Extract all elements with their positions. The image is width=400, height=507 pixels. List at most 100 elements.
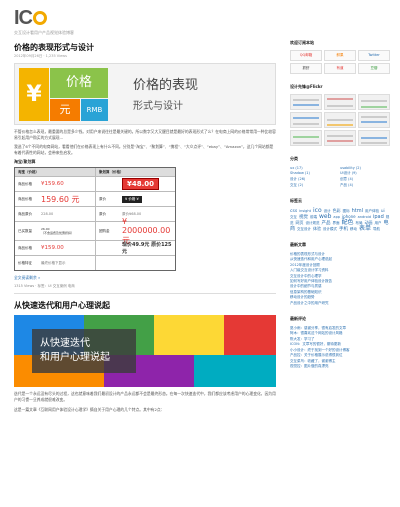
- sidebar-heading: 最新评论: [290, 316, 306, 322]
- tag-link[interactable]: 用户体验: [365, 209, 379, 213]
- price-value: 228.00: [41, 212, 54, 217]
- category-link[interactable]: ux (17): [290, 166, 340, 170]
- tag-link[interactable]: 交互: [290, 215, 297, 219]
- tag-link[interactable]: app: [333, 215, 340, 219]
- flickr-section: 设计先锋@Flickr: [290, 84, 390, 146]
- post-tags[interactable]: 1315 Views · 标签：UI 交互案例 电商: [14, 284, 276, 295]
- table-row: 已买数量 26.00 （不含运费及优惠折扣） 团购金 ¥ 2000000.00 元: [15, 217, 175, 245]
- recent-posts-list: 价格的表现形式与设计 从快速迭代和用户心理说起 2012年度设计回顾 入门级交互设计学…: [290, 252, 390, 306]
- tag-link[interactable]: 设计规范: [306, 221, 320, 225]
- category-link[interactable]: 创意 (4): [340, 177, 390, 182]
- post-meta: 2012年09月26日 · 1,235 Views: [14, 54, 67, 58]
- banner-yuan-tile: 元: [50, 99, 80, 121]
- tag-link[interactable]: 表单: [359, 225, 371, 232]
- flickr-thumbnails: [290, 94, 390, 146]
- tag-link[interactable]: 配色: [342, 219, 354, 226]
- category-link[interactable]: Shadow (1): [290, 171, 340, 176]
- post-paragraph: 迭代是一个永远没有尽头的过程，这也就意味着我们最初设计的产品永远都不会是最终形态…: [14, 391, 276, 402]
- tag-link[interactable]: 图标: [343, 209, 350, 213]
- table-row: 价格特征 最终价格下显示: [15, 255, 175, 271]
- row-label: 商品价格: [18, 196, 32, 201]
- category-link[interactable]: 交互 (2): [290, 183, 340, 188]
- price-value: ¥159.60: [41, 181, 64, 188]
- tag-link[interactable]: ipad: [373, 214, 384, 220]
- row-label: 已买数量: [18, 228, 32, 233]
- category-link[interactable]: usability (2): [340, 166, 390, 170]
- subscribe-zhuaxia-button[interactable]: 抓虾: [290, 63, 322, 74]
- tag-link[interactable]: web: [319, 213, 331, 220]
- tag-link[interactable]: android: [358, 215, 371, 219]
- read-more-link[interactable]: 全文阅读剩余 »: [14, 275, 276, 281]
- site-logo[interactable]: IC: [14, 8, 386, 28]
- flickr-thumbnail[interactable]: [324, 112, 356, 128]
- tag-link[interactable]: ui: [381, 208, 385, 213]
- recent-post-link[interactable]: 产品设计之中的用户研究: [290, 301, 390, 306]
- subscribe-youdao-button[interactable]: 有道: [324, 63, 356, 74]
- table-header-row: 淘宝（价格） 聚划算（价格）: [15, 168, 175, 177]
- table-header-cell: 淘宝（价格）: [18, 169, 39, 174]
- post-title[interactable]: 从快速迭代和用户心理说起: [14, 300, 276, 311]
- banner-jiage-tile: 价格: [50, 68, 108, 98]
- sidebar-heading: 标签云: [290, 198, 302, 203]
- flickr-thumbnail[interactable]: [290, 94, 322, 110]
- flickr-thumbnail[interactable]: [358, 112, 390, 128]
- tag-link[interactable]: 用户: [375, 221, 382, 225]
- tag-link[interactable]: 体验: [313, 226, 321, 231]
- tag-link[interactable]: 色彩: [333, 208, 341, 213]
- subscribe-xianguo-button[interactable]: 鲜果: [324, 50, 356, 61]
- flickr-thumbnail[interactable]: [358, 94, 390, 110]
- table-row: 商品价格 159.60 元 原价 ¥ 价格 ¥: [15, 191, 175, 207]
- flickr-thumbnail[interactable]: [324, 94, 356, 110]
- price-badge: ¥48.00: [122, 178, 160, 191]
- price-value: ¥159.00: [41, 245, 64, 252]
- tag-link[interactable]: insight: [299, 209, 311, 213]
- category-link[interactable]: UI设计 (9): [340, 171, 390, 176]
- recent-comment-link[interactable]: 视觉控：图片做的真漂亮: [290, 364, 390, 369]
- recent-comments-section: 最新评论 夏小雨：感谢分享，很有启发的文章 阿木：很喜欢这个网站的设计风格 陈大发：…: [290, 316, 390, 369]
- tag-link[interactable]: 交互设计: [297, 227, 311, 231]
- flickr-thumbnail[interactable]: [290, 130, 322, 146]
- tag-link[interactable]: 手机: [339, 227, 348, 232]
- table-header-cell: 聚划算（价格）: [95, 168, 175, 177]
- logo-ring-icon: [33, 11, 47, 25]
- flickr-thumbnail[interactable]: [358, 130, 390, 146]
- post-banner-image: ¥ 价格 元 RMB 价格的表现 形式与设计: [14, 63, 276, 125]
- tag-link[interactable]: css: [290, 209, 297, 214]
- tag-link[interactable]: 产品: [322, 221, 331, 226]
- tag-cloud: css insight ico 设计 色彩 图标 html 用户体验 ui交互 视觉 前端 web ap…: [290, 208, 390, 233]
- tag-link[interactable]: 设计模式: [323, 227, 337, 231]
- subscribe-qqmail-button[interactable]: QQ邮箱: [290, 50, 322, 61]
- tag-link[interactable]: 前端: [310, 215, 317, 219]
- site-tagline: 交互设计看用户产品视觉体验博客: [14, 30, 74, 35]
- subscribe-buttons: QQ邮箱 鲜果 Twitter 抓虾 有道 豆瓣: [290, 50, 390, 74]
- tag-link[interactable]: 界面: [333, 221, 340, 225]
- banner-caption: 从快速迭代 和用户心理说起: [32, 329, 136, 374]
- banner-yen-tile: ¥: [19, 68, 49, 121]
- post-paragraph: 我选了6个不同的电商网站，看看他们在价格表现上有什么不同。分别是“淘宝”、“聚划…: [14, 144, 274, 155]
- table-heading: 淘宝/聚划算: [14, 159, 36, 165]
- flickr-thumbnail[interactable]: [290, 112, 322, 128]
- flickr-thumbnail[interactable]: [324, 130, 356, 146]
- category-link[interactable]: 产品 (4): [340, 183, 390, 188]
- sidebar-heading: 欢迎订阅本站: [290, 40, 314, 45]
- row-label: 原价: [99, 211, 106, 216]
- price-value: ¥ 价格 ¥: [122, 195, 142, 203]
- post-paragraph: 这是一篇文章《互联网用户体验设计心理学》摘自关于用户心理的几个特点。其中有2点：: [14, 406, 165, 412]
- subscribe-douban-button[interactable]: 豆瓣: [358, 63, 390, 74]
- subscribe-twitter-button[interactable]: Twitter: [358, 50, 390, 61]
- price-note: （不含运费及优惠折扣）: [41, 231, 75, 236]
- categories-section: 分类 ux (17) usability (2) Shadow (1) UI设计…: [290, 156, 390, 188]
- tag-link[interactable]: 移动: [350, 227, 357, 231]
- tag-link[interactable]: 导航: [373, 227, 380, 231]
- row-label: 商品原价: [18, 211, 32, 216]
- row-label: 商品价格: [18, 181, 32, 186]
- post-title[interactable]: 价格的表现形式与设计: [14, 42, 276, 53]
- row-label: 团购金: [99, 228, 110, 233]
- price-value: 159.60 元: [41, 194, 80, 204]
- table-row: 商品价格 ¥159.60 ¥48.00: [15, 176, 175, 192]
- price-value: 最终价格下显示: [41, 260, 66, 265]
- tag-link[interactable]: 网页: [296, 220, 304, 225]
- recent-comments-list: 夏小雨：感谢分享，很有启发的文章 阿木：很喜欢这个网站的设计风格 陈大发：学习了 IC…: [290, 326, 390, 369]
- category-link[interactable]: 设计 (26): [290, 177, 340, 182]
- site-header: IC 交互设计看用户产品视觉体验博客: [14, 8, 386, 36]
